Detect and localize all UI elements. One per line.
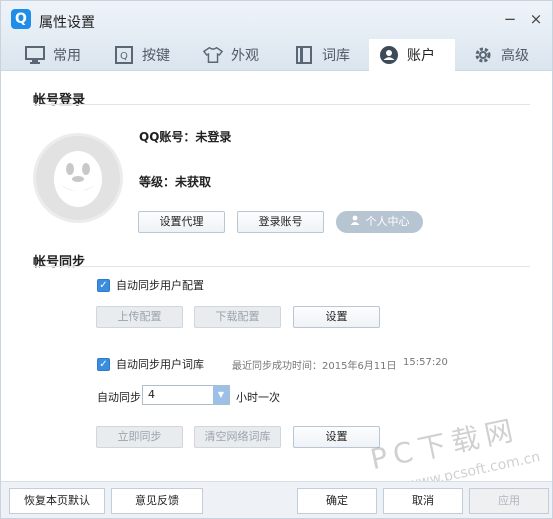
divider [33, 266, 530, 267]
download-config-button[interactable]: 下载配置 [194, 306, 281, 328]
book-icon [294, 45, 314, 65]
section-title-sync: 帐号同步 [33, 255, 86, 270]
level-text: 等级：未获取 [139, 175, 212, 189]
key-icon: Q [114, 45, 134, 65]
tab-appearance[interactable]: 外观 [193, 39, 269, 71]
personal-center-label: 个人中心 [365, 215, 410, 228]
divider [33, 104, 530, 105]
tab-advanced[interactable]: 高级 [463, 39, 539, 71]
tab-dictionary[interactable]: 词库 [284, 39, 360, 71]
auto-sync-label: 自动同步 [97, 391, 141, 404]
app-logo-icon: Q [11, 9, 31, 29]
svg-text:Q: Q [120, 51, 128, 62]
person-icon [350, 212, 360, 232]
tab-general[interactable]: 常用 [15, 39, 91, 71]
sync-dict-checkbox-row[interactable]: ✓ 自动同步用户词库 [97, 356, 204, 372]
login-account-button[interactable]: 登录账号 [237, 211, 324, 233]
clear-cloud-dict-button[interactable]: 清空网络词库 [194, 426, 281, 448]
monitor-icon [25, 45, 45, 65]
chevron-down-icon[interactable]: ▼ [213, 386, 229, 404]
interval-unit-label: 小时一次 [236, 391, 280, 404]
apply-button[interactable]: 应用 [469, 488, 549, 514]
cancel-button[interactable]: 取消 [383, 488, 463, 514]
tab-label: 词库 [322, 48, 350, 64]
feedback-button[interactable]: 意见反馈 [111, 488, 203, 514]
sync-dict-checkbox[interactable]: ✓ [97, 357, 110, 371]
ok-button[interactable]: 确定 [297, 488, 377, 514]
tab-label: 常用 [53, 48, 81, 64]
tab-account[interactable]: 账户 [369, 39, 455, 71]
tab-label: 外观 [231, 48, 259, 64]
tab-label: 按键 [142, 48, 170, 64]
window-title: 属性设置 [39, 15, 95, 31]
gear-icon [473, 45, 493, 65]
settings-window: Q 属性设置 − × 常用 Q 按键 外观 词库 账户 高级 帐号登录 QQ账号… [0, 0, 553, 519]
sync-config-label: 自动同步用户配置 [116, 279, 204, 292]
sync-now-button[interactable]: 立即同步 [96, 426, 183, 448]
title-bar: Q 属性设置 − × [1, 1, 552, 39]
avatar [33, 133, 123, 223]
qq-account-text: QQ账号：未登录 [139, 130, 232, 144]
shirt-icon [203, 45, 223, 65]
minimize-button[interactable]: − [501, 10, 519, 28]
footer-bar: 恢复本页默认 意见反馈 确定 取消 应用 [1, 481, 552, 518]
section-title-login: 帐号登录 [33, 93, 86, 108]
restore-defaults-button[interactable]: 恢复本页默认 [9, 488, 105, 514]
tab-bar: 常用 Q 按键 外观 词库 账户 高级 [1, 39, 552, 71]
personal-center-button[interactable]: 个人中心 [336, 211, 423, 233]
upload-config-button[interactable]: 上传配置 [96, 306, 183, 328]
set-proxy-button[interactable]: 设置代理 [138, 211, 225, 233]
tab-label: 高级 [501, 48, 529, 64]
user-icon [379, 45, 399, 65]
config-settings-button[interactable]: 设置 [293, 306, 380, 328]
tab-label: 账户 [407, 48, 435, 64]
sync-interval-select[interactable]: 4 ▼ [142, 385, 230, 405]
close-button[interactable]: × [527, 10, 545, 28]
sync-dict-label: 自动同步用户词库 [116, 358, 204, 371]
sync-config-checkbox[interactable]: ✓ [97, 278, 110, 292]
penguin-avatar-icon [54, 151, 102, 207]
sync-config-checkbox-row[interactable]: ✓ 自动同步用户配置 [97, 277, 204, 293]
sync-interval-value: 4 [148, 388, 155, 401]
last-sync-time: 15:57:20 [403, 357, 448, 368]
last-sync-text: 最近同步成功时间：2015年6月11日 [232, 361, 397, 372]
tab-keys[interactable]: Q 按键 [104, 39, 180, 71]
